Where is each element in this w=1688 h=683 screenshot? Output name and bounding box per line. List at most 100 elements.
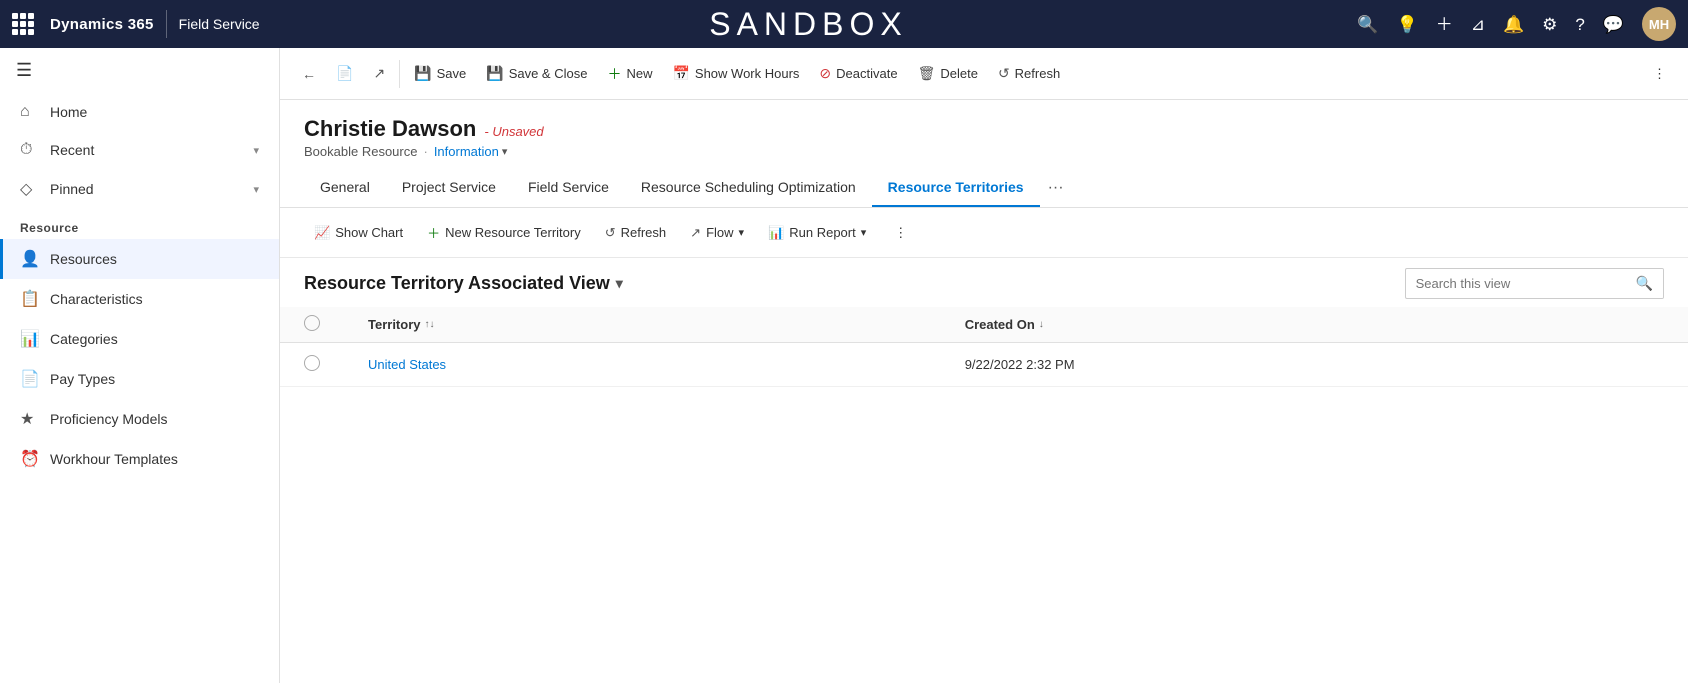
save-close-button[interactable]: 💾 Save & Close <box>476 59 597 88</box>
sort-created-on[interactable]: Created On ↓ <box>965 317 1664 332</box>
sidebar-item-characteristics[interactable]: 📋 Characteristics <box>0 279 279 319</box>
show-work-hours-label: Show Work Hours <box>695 66 800 81</box>
run-report-button[interactable]: 📊 Run Report ▾ <box>758 220 876 246</box>
row-created-on: 9/22/2022 2:32 PM <box>941 343 1688 387</box>
territory-link[interactable]: United States <box>368 357 446 372</box>
sidebar-item-label: Workhour Templates <box>50 451 178 467</box>
waffle-menu[interactable] <box>12 13 34 35</box>
module-label: Field Service <box>179 16 260 32</box>
show-chart-label: Show Chart <box>335 225 403 240</box>
search-input[interactable] <box>1406 270 1626 297</box>
record-icon: 📄 <box>336 65 353 82</box>
row-checkbox-cell <box>280 343 344 387</box>
open-new-window-button[interactable]: ↗ <box>363 59 395 88</box>
select-all-checkbox[interactable] <box>304 315 320 331</box>
show-work-hours-button[interactable]: 📅 Show Work Hours <box>662 59 809 88</box>
filter-icon[interactable]: ⊿ <box>1471 16 1485 33</box>
new-label: New <box>626 66 652 81</box>
tab-resource-territories[interactable]: Resource Territories <box>872 169 1040 207</box>
pin-icon: ◇ <box>20 179 40 199</box>
flow-label: Flow <box>706 225 733 240</box>
new-icon: ＋ <box>607 64 621 84</box>
avatar[interactable]: MH <box>1642 7 1676 41</box>
sidebar-item-label: Proficiency Models <box>50 411 168 427</box>
refresh-button[interactable]: ↺ Refresh <box>988 59 1070 88</box>
toolbar-divider <box>399 60 400 88</box>
subgrid-title: Resource Territory Associated View ▾ <box>304 273 623 294</box>
subgrid-toolbar: 📈 Show Chart ＋ New Resource Territory ↺ … <box>280 208 1688 258</box>
sort-icon: ↑↓ <box>425 319 435 330</box>
record-subtitle: Bookable Resource · Information ▾ <box>304 144 1664 159</box>
settings-icon[interactable]: ⚙ <box>1542 16 1557 33</box>
sidebar-item-label: Home <box>50 104 87 120</box>
sidebar-item-home[interactable]: ⌂ Home <box>0 93 279 131</box>
delete-label: Delete <box>940 66 978 81</box>
bell-icon[interactable]: 🔔 <box>1503 16 1524 33</box>
subgrid-more-button[interactable]: ⋮ <box>884 220 917 246</box>
tabs: General Project Service Field Service Re… <box>280 169 1688 208</box>
help-icon[interactable]: ? <box>1575 16 1584 33</box>
top-nav-icons: 🔍 💡 ＋ ⊿ 🔔 ⚙ ? 💬 MH <box>1357 7 1676 41</box>
sidebar-item-label: Pinned <box>50 181 94 197</box>
new-resource-territory-button[interactable]: ＋ New Resource Territory <box>417 218 591 247</box>
record-view-link[interactable]: Information ▾ <box>434 144 508 159</box>
chevron-down-icon: ▾ <box>253 144 259 157</box>
hamburger-menu[interactable]: ☰ <box>0 48 279 93</box>
sidebar-item-pinned[interactable]: ◇ Pinned ▾ <box>0 169 279 209</box>
tab-resource-scheduling-optimization[interactable]: Resource Scheduling Optimization <box>625 169 872 207</box>
plus-icon: ＋ <box>427 223 440 242</box>
save-close-icon: 💾 <box>486 65 503 82</box>
back-icon: ← <box>302 66 316 82</box>
nav-divider <box>166 10 167 38</box>
sort-territory[interactable]: Territory ↑↓ <box>368 317 917 332</box>
save-button[interactable]: 💾 Save <box>404 59 476 88</box>
subgrid-header: Resource Territory Associated View ▾ 🔍 <box>280 258 1688 307</box>
deactivate-icon: ⊘ <box>819 65 831 82</box>
proficiency-icon: ★ <box>20 409 40 429</box>
save-close-label: Save & Close <box>509 66 588 81</box>
back-button[interactable]: ← <box>292 60 326 88</box>
new-button[interactable]: ＋ New <box>597 58 662 90</box>
lightbulb-icon[interactable]: 💡 <box>1397 16 1418 33</box>
tab-more-button[interactable]: ··· <box>1040 169 1072 207</box>
sidebar-item-label: Recent <box>50 142 94 158</box>
sidebar-item-resources[interactable]: 👤 Resources <box>0 239 279 279</box>
plus-icon[interactable]: ＋ <box>1436 16 1453 33</box>
subgrid-title-chevron[interactable]: ▾ <box>616 275 623 292</box>
tab-general[interactable]: General <box>304 169 386 207</box>
search-submit-button[interactable]: 🔍 <box>1626 269 1663 298</box>
record-icon-button[interactable]: 📄 <box>326 59 363 88</box>
flow-button[interactable]: ↗ Flow ▾ <box>680 220 754 246</box>
sidebar-item-proficiency-models[interactable]: ★ Proficiency Models <box>0 399 279 439</box>
search-icon[interactable]: 🔍 <box>1357 16 1378 33</box>
refresh-label: Refresh <box>1015 66 1061 81</box>
deactivate-button[interactable]: ⊘ Deactivate <box>809 59 907 88</box>
search-box: 🔍 <box>1405 268 1664 299</box>
row-checkbox[interactable] <box>304 355 320 371</box>
chat-icon[interactable]: 💬 <box>1603 16 1624 33</box>
delete-button[interactable]: 🗑 Delete <box>908 59 988 88</box>
sidebar-item-pay-types[interactable]: 📄 Pay Types <box>0 359 279 399</box>
open-new-icon: ↗ <box>373 65 385 82</box>
main-content: ← 📄 ↗ 💾 Save 💾 Save & Close ＋ New <box>280 48 1688 683</box>
subgrid-refresh-button[interactable]: ↺ Refresh <box>595 220 676 246</box>
tab-field-service[interactable]: Field Service <box>512 169 625 207</box>
unsaved-badge: - Unsaved <box>484 124 543 139</box>
sidebar-item-recent[interactable]: ⏱ Recent ▾ <box>0 131 279 169</box>
tab-project-service[interactable]: Project Service <box>386 169 512 207</box>
sidebar-item-label: Pay Types <box>50 371 115 387</box>
sidebar-section-resource: Resource <box>0 209 279 239</box>
chevron-down-icon: ▾ <box>739 226 745 239</box>
show-chart-button[interactable]: 📈 Show Chart <box>304 220 413 246</box>
sandbox-title: SANDBOX <box>272 6 1346 43</box>
sidebar-item-categories[interactable]: 📊 Categories <box>0 319 279 359</box>
app-layout: ☰ ⌂ Home ⏱ Recent ▾ ◇ Pinned ▾ Resource … <box>0 48 1688 683</box>
resources-icon: 👤 <box>20 249 40 269</box>
home-icon: ⌂ <box>20 103 40 121</box>
toolbar-more-button[interactable]: ⋮ <box>1643 60 1676 88</box>
deactivate-label: Deactivate <box>836 66 897 81</box>
chevron-down-icon: ▾ <box>253 183 259 196</box>
refresh-icon: ↺ <box>605 225 616 241</box>
sidebar-item-workhour-templates[interactable]: ⏰ Workhour Templates <box>0 439 279 479</box>
sort-icon: ↓ <box>1039 319 1044 330</box>
